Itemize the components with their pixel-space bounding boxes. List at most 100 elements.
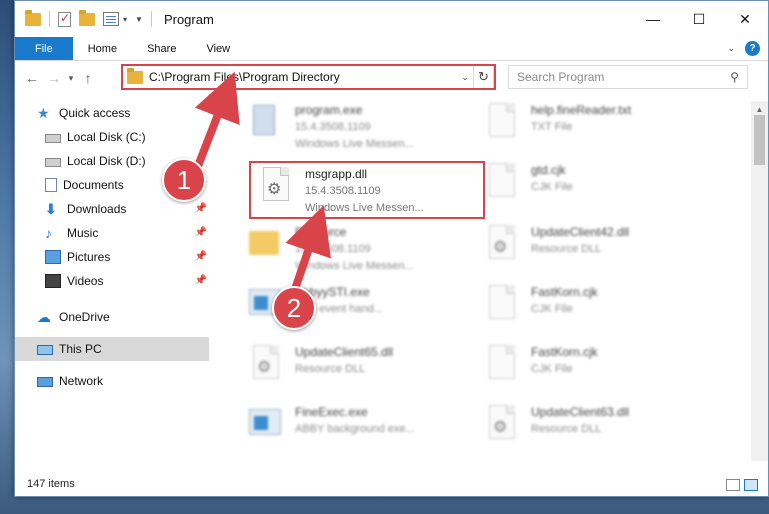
file-item[interactable]: FastKorn.cjk CJK File <box>481 345 717 397</box>
tab-view[interactable]: View <box>191 37 245 60</box>
pin-icon[interactable]: 📌 <box>195 251 207 262</box>
file-type: Resource DLL <box>295 363 366 375</box>
file-name: msgrapp.dll <box>305 167 368 181</box>
tab-file[interactable]: File <box>15 37 73 60</box>
expand-ribbon-icon[interactable]: ⌄ <box>727 43 735 54</box>
folder-icon <box>249 231 279 255</box>
file-name: FineExec.exe <box>295 405 368 419</box>
chevron-down-icon[interactable]: ⌄ <box>457 72 473 83</box>
sidebar-item-music[interactable]: ♪ Music 📌 <box>15 221 209 245</box>
file-item[interactable]: ⚙ UpdateClient42.dll Resource DLL <box>481 225 717 277</box>
document-icon <box>489 345 515 379</box>
vertical-scrollbar[interactable]: ▲ <box>751 101 768 461</box>
step-1-badge: 1 <box>162 158 206 202</box>
disk-icon <box>45 158 61 167</box>
file-item[interactable]: Resource 15.4.3508.1109 Windows Live Mes… <box>245 225 481 277</box>
file-name: FastKorn.cjk <box>531 345 598 359</box>
file-description: Windows Live Messen... <box>295 260 414 272</box>
view-toggle <box>726 479 758 491</box>
search-icon: ⚲ <box>730 70 739 84</box>
downloads-icon: ⬇ <box>45 201 57 217</box>
setup-icon <box>253 105 275 135</box>
file-name: gtd.cjk <box>531 163 566 177</box>
help-icon[interactable]: ? <box>745 41 760 56</box>
window-controls: — ☐ ✕ <box>630 1 768 37</box>
document-icon <box>489 163 515 197</box>
pin-icon[interactable]: 📌 <box>195 227 207 238</box>
file-type: CJK File <box>531 303 573 315</box>
file-name: UpdateClient42.dll <box>531 225 630 239</box>
maximize-button[interactable]: ☐ <box>676 1 722 37</box>
file-item[interactable]: program.exe 15.4.3508.1109 Windows Live … <box>245 103 481 155</box>
search-input[interactable]: Search Program <box>517 70 604 84</box>
network-icon <box>37 377 53 387</box>
file-description: ABBY background exe... <box>295 423 415 435</box>
file-list: program.exe 15.4.3508.1109 Windows Live … <box>235 99 743 449</box>
refresh-icon[interactable]: ↻ <box>473 66 493 88</box>
file-item[interactable]: FineExec.exe ABBY background exe... <box>245 405 481 457</box>
file-item-highlighted[interactable]: ⚙ msgrapp.dll 15.4.3508.1109 Windows Liv… <box>249 161 485 219</box>
sidebar-item-local-disk-c[interactable]: Local Disk (C:) <box>15 125 209 149</box>
pin-icon[interactable]: 📌 <box>195 203 207 214</box>
document-icon <box>489 285 515 319</box>
folder-icon <box>127 67 143 84</box>
videos-icon <box>45 274 61 288</box>
details-view-icon[interactable] <box>726 479 740 491</box>
scrollbar-thumb[interactable] <box>754 115 765 165</box>
document-icon <box>489 103 515 137</box>
documents-icon <box>45 178 57 192</box>
file-item[interactable]: ⚙ UpdateClient65.dll Resource DLL <box>245 345 481 397</box>
file-name: program.exe <box>295 103 363 117</box>
file-type: Resource DLL <box>531 423 602 435</box>
customize-toolbar-icon[interactable]: ▼ <box>135 15 143 24</box>
file-item[interactable]: gtd.cjk CJK File <box>481 163 717 215</box>
close-button[interactable]: ✕ <box>722 1 768 37</box>
file-version: 15.4.3508.1109 <box>305 185 381 197</box>
folder-icon[interactable] <box>25 9 41 26</box>
tab-home[interactable]: Home <box>73 37 132 60</box>
file-name: UpdateClient63.dll <box>531 405 630 419</box>
sidebar-item-label: Network <box>59 374 104 388</box>
file-type: CJK File <box>531 363 573 375</box>
sidebar-item-quick-access[interactable]: ★ Quick access <box>15 101 209 125</box>
address-path[interactable]: C:\Program Files\Program Directory <box>149 70 457 84</box>
large-icons-view-icon[interactable] <box>744 479 758 491</box>
address-bar[interactable]: C:\Program Files\Program Directory ⌄ ↻ <box>122 65 494 89</box>
sidebar-item-label: OneDrive <box>59 310 110 324</box>
file-item[interactable]: FastKorn.cjk CJK File <box>481 285 717 337</box>
gear-icon: ⚙ <box>493 419 508 436</box>
file-type: TXT File <box>531 121 573 133</box>
sidebar-item-label: Local Disk (D:) <box>67 154 146 168</box>
file-item[interactable]: ⚙ UpdateClient63.dll Resource DLL <box>481 405 717 457</box>
file-description: Windows Live Messen... <box>305 202 424 214</box>
chevron-down-icon[interactable]: ▾ <box>123 15 127 24</box>
sidebar-item-network[interactable]: Network <box>15 369 209 393</box>
file-name: Resource <box>295 225 347 239</box>
minimize-button[interactable]: — <box>630 1 676 37</box>
recent-locations-icon[interactable]: ▾ <box>65 73 77 84</box>
sidebar-item-this-pc[interactable]: This PC <box>15 337 209 361</box>
forward-arrow-icon[interactable]: → <box>43 70 65 86</box>
window-title: Program <box>163 11 214 27</box>
file-type: Resource DLL <box>531 243 602 255</box>
file-item[interactable]: help.fineReader.txt TXT File <box>481 103 717 155</box>
sidebar-item-onedrive[interactable]: ☁ OneDrive <box>15 305 209 329</box>
ribbon-tabs: File Home Share View ⌄ ? <box>15 37 768 61</box>
tab-share[interactable]: Share <box>132 37 191 60</box>
up-arrow-icon[interactable]: ↑ <box>77 70 99 86</box>
back-arrow-icon[interactable]: ← <box>21 70 43 86</box>
sidebar-item-label: This PC <box>59 342 102 356</box>
sidebar-item-pictures[interactable]: Pictures 📌 <box>15 245 209 269</box>
sidebar-item-videos[interactable]: Videos 📌 <box>15 269 209 293</box>
pin-icon[interactable]: 📌 <box>195 275 207 286</box>
cloud-icon: ☁ <box>37 309 51 325</box>
properties-icon[interactable] <box>103 12 119 26</box>
file-name: UpdateClient65.dll <box>295 345 394 359</box>
sidebar-item-label: Documents <box>63 178 124 192</box>
search-box[interactable]: Search Program ⚲ <box>508 65 748 89</box>
step-2-badge: 2 <box>272 286 316 330</box>
properties-check-icon[interactable] <box>58 11 71 27</box>
new-folder-icon[interactable] <box>79 9 95 26</box>
sidebar-item-label: Pictures <box>67 250 111 264</box>
file-version: 15.4.3508.1109 <box>295 121 371 133</box>
